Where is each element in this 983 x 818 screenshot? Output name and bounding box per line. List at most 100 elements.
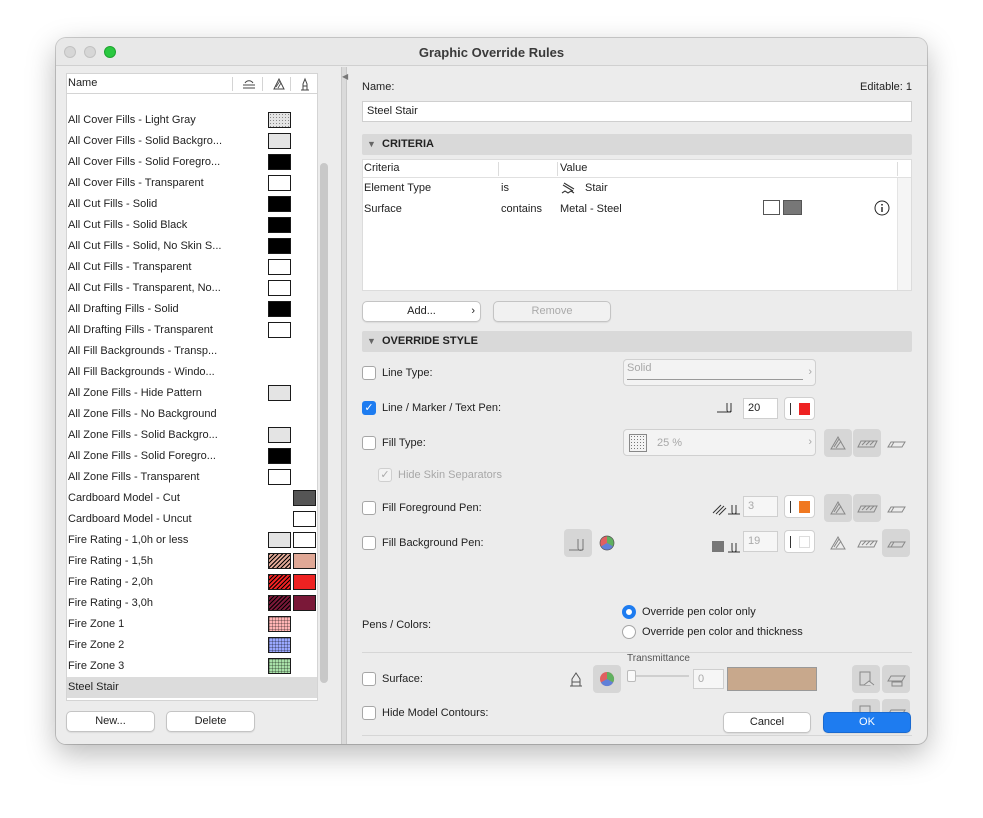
rule-list-item[interactable]: Fire Rating - 2,0h — [67, 572, 317, 593]
add-criteria-button[interactable]: Add... › — [362, 301, 481, 322]
cancel-button[interactable]: Cancel — [723, 712, 811, 733]
criteria-section-header[interactable]: ▼ CRITERIA — [362, 134, 912, 155]
surface-material-button[interactable] — [852, 665, 880, 693]
criteria-column-header[interactable]: Criteria — [364, 162, 399, 174]
rule-name-field[interactable]: Steel Stair — [362, 101, 912, 122]
column-name-header[interactable]: Name — [68, 77, 97, 89]
line-pen-checkbox[interactable]: ✓ — [362, 401, 376, 415]
rule-list-item[interactable]: All Drafting Fills - Transparent — [67, 320, 317, 341]
line-pen-color-button[interactable] — [784, 397, 815, 420]
chevron-right-icon: › — [471, 305, 475, 317]
line-type-dropdown[interactable]: Solid › — [623, 359, 816, 386]
rule-list-item[interactable]: All Zone Fills - Solid Foregro... — [67, 446, 317, 467]
drafting-fill-bg-toggle[interactable] — [882, 529, 910, 557]
remove-criteria-button[interactable]: Remove — [493, 301, 611, 322]
hide-skin-separators-checkbox[interactable]: ✓ — [378, 468, 392, 482]
rule-list-item[interactable]: All Cut Fills - Transparent, No... — [67, 278, 317, 299]
column-separator — [262, 77, 263, 91]
criteria-operator[interactable]: contains — [501, 203, 542, 215]
rule-name: All Zone Fills - Solid Backgro... — [68, 429, 218, 441]
transmittance-slider[interactable] — [627, 669, 689, 683]
fill-foreground-pen-number-field[interactable]: 3 — [743, 496, 778, 517]
value-column-header[interactable]: Value — [560, 162, 587, 174]
cut-fill-fg-toggle[interactable] — [824, 494, 852, 522]
override-pen-color-only-radio[interactable] — [622, 605, 636, 619]
fill-foreground-pen-label: Fill Foreground Pen: — [382, 502, 482, 514]
rule-list-item[interactable]: Fire Rating - 1,0h or less — [67, 530, 317, 551]
surface-checkbox[interactable] — [362, 672, 376, 686]
rule-list-item[interactable]: Fire Rating - 1,5h — [67, 551, 317, 572]
rule-list-item[interactable]: All Cut Fills - Solid, No Skin S... — [67, 236, 317, 257]
pen-icon — [716, 397, 738, 415]
color-wheel-icon[interactable] — [598, 534, 616, 552]
line-style-column-icon[interactable] — [241, 76, 257, 92]
rule-list-item[interactable]: Fire Zone 1 — [67, 614, 317, 635]
drafting-fill-fg-toggle[interactable] — [882, 494, 910, 522]
drafting-fill-toggle[interactable] — [882, 429, 910, 457]
fill-background-pen-number-field[interactable]: 19 — [743, 531, 778, 552]
rule-list-item[interactable]: All Zone Fills - Hide Pattern — [67, 383, 317, 404]
surface-column-icon[interactable] — [297, 76, 313, 92]
rule-list-item[interactable]: All Fill Backgrounds - Transp... — [67, 341, 317, 362]
line-preview — [627, 379, 803, 380]
fill-foreground-pen-color-button[interactable] — [784, 495, 815, 518]
fill-column-icon[interactable] — [271, 76, 287, 92]
info-icon[interactable] — [874, 200, 890, 216]
fill-foreground-pen-checkbox[interactable] — [362, 501, 376, 515]
pen-picker-button[interactable] — [564, 529, 592, 557]
rule-list-item[interactable]: Steel Stair — [67, 677, 317, 698]
rule-list-item[interactable]: Cardboard Model - Uncut — [67, 509, 317, 530]
rule-list-item[interactable]: Fire Rating - 3,0h — [67, 593, 317, 614]
rule-list-item[interactable]: All Cover Fills - Solid Foregro... — [67, 152, 317, 173]
pen-weight-marker — [790, 403, 791, 415]
line-type-checkbox[interactable] — [362, 366, 376, 380]
criteria-operator[interactable]: is — [501, 182, 509, 194]
hide-model-contours-checkbox[interactable] — [362, 706, 376, 720]
fill-type-dropdown[interactable]: 25 % › — [623, 429, 816, 456]
rule-list-item[interactable]: Cardboard Model - Cut — [67, 488, 317, 509]
cover-fill-toggle[interactable] — [853, 429, 881, 457]
transmittance-value-field[interactable]: 0 — [693, 669, 724, 689]
rule-list-item[interactable]: All Cut Fills - Solid — [67, 194, 317, 215]
rules-list-scrollbar[interactable] — [320, 163, 328, 683]
surface-color-swatch[interactable] — [727, 667, 817, 691]
fill-background-pen-checkbox[interactable] — [362, 536, 376, 550]
rule-list-item[interactable]: All Cut Fills - Solid Black — [67, 215, 317, 236]
rule-list-item[interactable]: All Fill Backgrounds - Windo... — [67, 362, 317, 383]
new-rule-button[interactable]: New... — [66, 711, 155, 732]
fill-swatch — [268, 133, 291, 149]
panel-splitter[interactable]: ◀ — [341, 67, 348, 744]
override-pen-color-only-label[interactable]: Override pen color only — [642, 606, 756, 618]
pen-weight-marker — [790, 501, 791, 513]
rule-list-item[interactable]: All Zone Fills - No Background — [67, 404, 317, 425]
criteria-value[interactable]: Stair — [585, 182, 608, 194]
criteria-value[interactable]: Metal - Steel — [560, 203, 622, 215]
cut-fill-toggle[interactable] — [824, 429, 852, 457]
delete-rule-button[interactable]: Delete — [166, 711, 255, 732]
override-style-section-header[interactable]: ▼ OVERRIDE STYLE — [362, 331, 912, 352]
rule-list-item[interactable]: All Cover Fills - Light Gray — [67, 110, 317, 131]
rule-list-item[interactable]: All Cut Fills - Transparent — [67, 257, 317, 278]
fill-background-pen-color-button[interactable] — [784, 530, 815, 553]
rule-list-item[interactable]: Fire Zone 3 — [67, 656, 317, 677]
cut-fill-bg-toggle[interactable] — [824, 529, 852, 557]
surface-color-wheel-button[interactable] — [593, 665, 621, 693]
cover-fill-fg-toggle[interactable] — [853, 494, 881, 522]
fill-type-checkbox[interactable] — [362, 436, 376, 450]
override-pen-color-thickness-radio[interactable] — [622, 625, 636, 639]
line-pen-number-field[interactable]: 20 — [743, 398, 778, 419]
ok-button[interactable]: OK — [823, 712, 911, 733]
rule-list-item[interactable]: All Zone Fills - Transparent — [67, 467, 317, 488]
rule-list-item[interactable]: Fire Zone 2 — [67, 635, 317, 656]
surface-texture-button[interactable] — [882, 665, 910, 693]
rule-list-item[interactable]: All Cover Fills - Transparent — [67, 173, 317, 194]
rule-name: All Fill Backgrounds - Windo... — [68, 366, 215, 378]
rule-list-item[interactable]: All Drafting Fills - Solid — [67, 299, 317, 320]
cover-fill-bg-toggle[interactable] — [853, 529, 881, 557]
criteria-table-scroll-track[interactable] — [897, 178, 911, 290]
rule-list-item[interactable]: All Zone Fills - Solid Backgro... — [67, 425, 317, 446]
disclosure-triangle-icon: ▼ — [367, 336, 376, 346]
override-pen-color-thickness-label[interactable]: Override pen color and thickness — [642, 626, 803, 638]
rule-list-item[interactable]: All Cover Fills - Solid Backgro... — [67, 131, 317, 152]
slider-thumb[interactable] — [627, 670, 636, 682]
